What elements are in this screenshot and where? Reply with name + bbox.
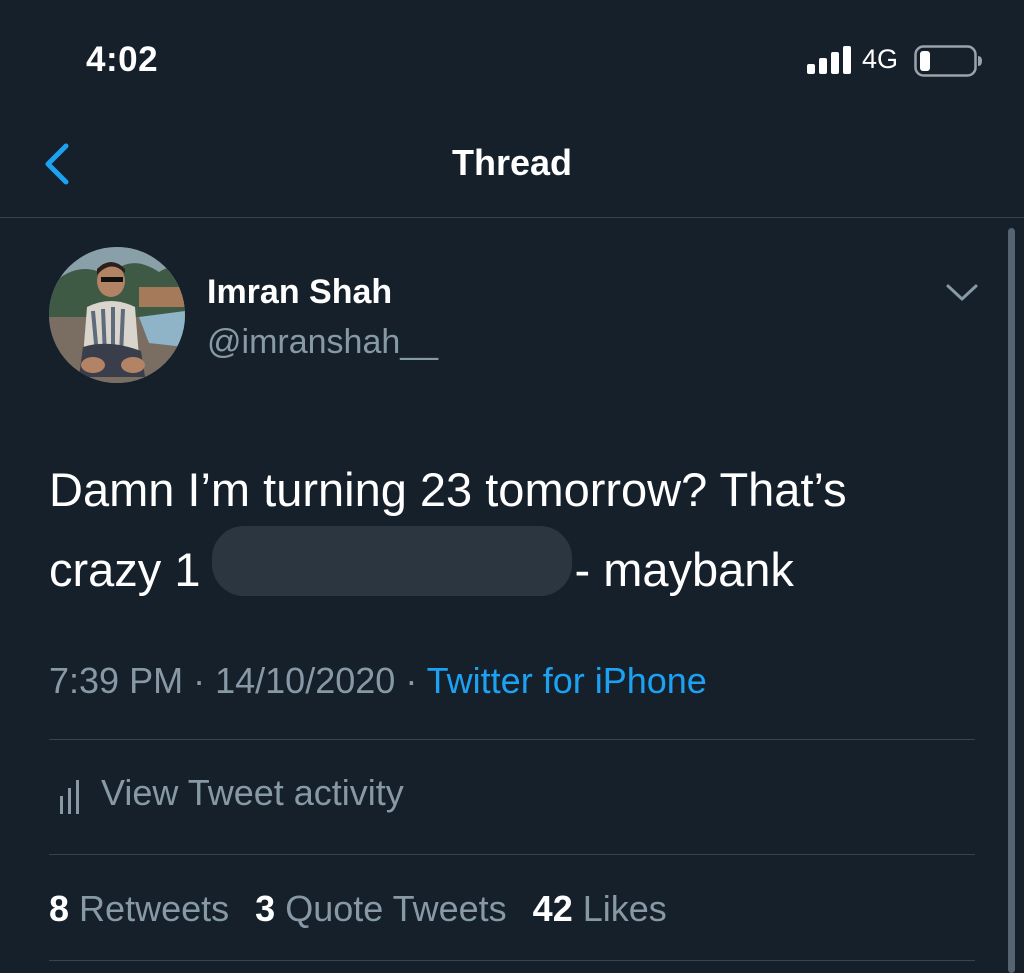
- cellular-signal-icon: [807, 46, 851, 74]
- tweet-text-line-1: Damn I’m turning 23 tomorrow? That’s: [49, 463, 847, 516]
- tweet-time: 7:39 PM: [49, 660, 184, 701]
- nav-divider: [0, 217, 1024, 218]
- network-type: 4G: [862, 44, 899, 74]
- retweets-count: 8: [49, 888, 70, 929]
- page-title: Thread: [451, 142, 573, 183]
- retweets-stat[interactable]: 8 Retweets: [49, 888, 229, 929]
- chevron-down-icon[interactable]: [944, 280, 980, 304]
- author-name[interactable]: Imran Shah: [207, 273, 392, 312]
- tweet-source-link[interactable]: Twitter for iPhone: [427, 660, 707, 701]
- scrollbar[interactable]: [1008, 228, 1015, 973]
- tweet-stats: 8 Retweets 3 Quote Tweets 42 Likes: [49, 888, 683, 930]
- divider: [49, 960, 975, 961]
- likes-label: Likes: [582, 888, 667, 929]
- view-tweet-activity-label: View Tweet activity: [101, 772, 404, 813]
- retweets-label: Retweets: [79, 888, 230, 929]
- bar-chart-icon: [60, 780, 79, 814]
- divider: [49, 854, 975, 855]
- likes-count: 42: [532, 888, 573, 929]
- status-time: 4:02: [86, 40, 159, 79]
- meta-separator: ·: [405, 660, 418, 701]
- likes-stat[interactable]: 42 Likes: [533, 888, 667, 929]
- quote-tweets-stat[interactable]: 3 Quote Tweets: [255, 888, 507, 929]
- tweet-text-line-2-end: - maybank: [574, 543, 794, 596]
- tweet-date: 14/10/2020: [215, 660, 396, 701]
- battery-icon: [914, 45, 982, 77]
- quote-tweets-label: Quote Tweets: [285, 888, 507, 929]
- meta-separator: ·: [193, 660, 206, 701]
- redaction-overlay: [212, 526, 572, 596]
- avatar[interactable]: [49, 247, 185, 383]
- quote-tweets-count: 3: [255, 888, 276, 929]
- author-handle[interactable]: @imranshah__: [207, 323, 438, 362]
- tweet-meta: 7:39 PM · 14/10/2020 · Twitter for iPhon…: [49, 660, 707, 702]
- avatar-photo: [49, 247, 185, 383]
- tweet-text-line-2-start: crazy 1: [49, 543, 201, 596]
- divider: [49, 739, 975, 740]
